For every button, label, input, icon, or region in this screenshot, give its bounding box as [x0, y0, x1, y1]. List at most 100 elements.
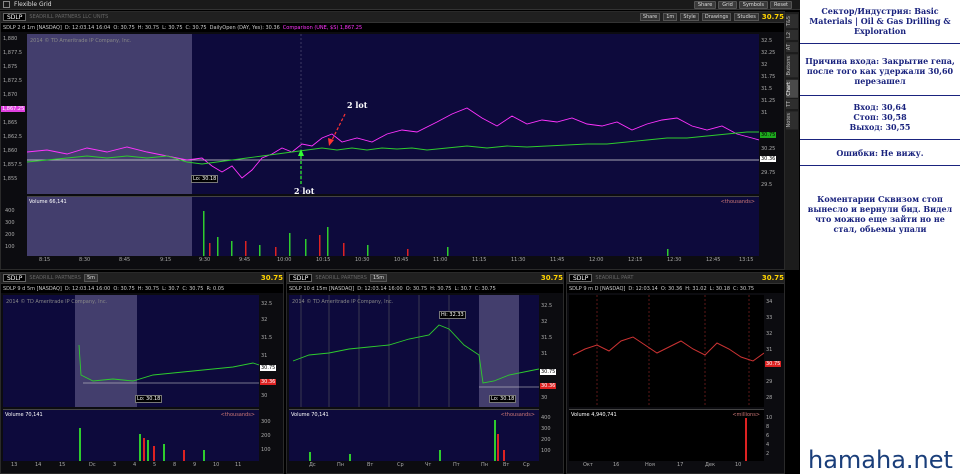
- price-plot-area[interactable]: [569, 295, 764, 407]
- time-tick: 10:00: [277, 257, 292, 263]
- volume-axis-tick: 300: [261, 419, 271, 425]
- volume-bar: [275, 247, 277, 256]
- tab-level2[interactable]: L2: [786, 30, 798, 41]
- price-svg: [27, 34, 759, 194]
- volume-bar: [343, 243, 345, 256]
- time-tick: 13:15: [739, 257, 754, 263]
- ohlc-high: H: 30.75: [137, 285, 160, 292]
- time-tick: 11: [235, 462, 242, 468]
- volume-bar: [309, 452, 311, 461]
- share-button[interactable]: Share: [693, 1, 717, 9]
- volume-label: Volume 70,141: [5, 412, 43, 418]
- volume-bar: [503, 450, 505, 461]
- studies-button[interactable]: Studies: [734, 13, 759, 21]
- volume-bar: [327, 227, 329, 256]
- left-axis-tick: 1,860: [3, 148, 18, 154]
- volume-bar: [147, 440, 149, 461]
- volume-bar: [245, 241, 247, 256]
- entry-reason-note: Причина входа: Закрытие гепа, после того…: [800, 54, 960, 96]
- reset-button[interactable]: Reset: [770, 1, 792, 9]
- tab-buttons[interactable]: Buttons: [786, 54, 798, 78]
- chart-15m-header: SDLP SEADRILL PARTNERS 15m 30.75: [287, 273, 563, 284]
- symbol-input[interactable]: SDLP: [289, 274, 313, 282]
- volume-bar: [153, 446, 155, 461]
- ohlc-high: H: 31.02: [685, 285, 707, 292]
- volume-bar: [209, 243, 211, 256]
- price-plot-area[interactable]: 2014 © TD Ameritrade IP Company, Inc. Hi…: [289, 295, 539, 407]
- volume-title: Volume: [291, 412, 310, 418]
- share-chart-button[interactable]: Share: [639, 13, 661, 21]
- tab-time-and-sales[interactable]: T&S: [786, 14, 798, 29]
- time-tick: 8:15: [39, 257, 51, 263]
- volume-bar: [367, 245, 369, 256]
- chart-5m-panel: SDLP SEADRILL PARTNERS 5m 30.75 SDLP 9 d…: [0, 272, 284, 474]
- ohlc-open: O: 30.75: [113, 285, 135, 292]
- right-axis-tick: 31: [541, 351, 548, 357]
- current-price-badge: 30.75: [760, 132, 777, 138]
- ohlc-bar: SDLP 9 d 5m [NASDAQ] D: 12:03.14 16:00 O…: [1, 284, 283, 293]
- daily-open-badge: 30.36: [260, 379, 277, 385]
- timeframe-button[interactable]: 5m: [83, 274, 98, 282]
- symbol-input[interactable]: SDLP: [3, 13, 27, 21]
- volume-plot-area: Volume 70,141 <thousands>: [289, 409, 539, 461]
- price-plot-area[interactable]: 2014 © TD Ameritrade IP Company, Inc. 2 …: [27, 34, 759, 194]
- right-axis-tick: 30.25: [761, 146, 776, 152]
- brand-logo: hamaha.net: [808, 446, 953, 474]
- chart-15m-panel: SDLP SEADRILL PARTNERS 15m 30.75 SDLP 10…: [286, 272, 564, 474]
- last-price: 30.75: [260, 274, 283, 282]
- right-axis-tick: 32: [761, 62, 768, 68]
- ohlc-close: C: 30.75: [185, 24, 207, 31]
- comment-note: Коментарии Сквизом стоп вынесло и вернул…: [807, 194, 953, 234]
- left-axis-tick: 1,870: [3, 92, 18, 98]
- volume-axis-right: 300 200 100: [259, 409, 283, 461]
- right-axis-tick: 29: [766, 379, 773, 385]
- symbol-input[interactable]: SDLP: [3, 274, 27, 282]
- time-tick: 11:30: [511, 257, 526, 263]
- ohlc-low: L: 30.18: [709, 285, 731, 292]
- ohlc-close: C: 30.75: [182, 285, 204, 292]
- drawings-button[interactable]: Drawings: [701, 13, 732, 21]
- volume-axis-tick: 6: [766, 433, 770, 439]
- ohlc-low: L: 30.7: [162, 285, 180, 292]
- time-tick: 12:00: [589, 257, 604, 263]
- ohlc-desc: SDLP 2 d 1m [NASDAQ]: [3, 24, 62, 31]
- volume-plot-area: Volume 66,141 <thousands>: [27, 196, 759, 256]
- time-tick: 9:15: [160, 257, 172, 263]
- volume-title: Volume: [5, 412, 24, 418]
- left-price-axis: 1,880 1,877.5 1,875 1,872.5 1,870 1,865 …: [1, 34, 27, 194]
- low-price-label: Lo: 30.18: [191, 175, 219, 183]
- timeframe-button[interactable]: 1m: [663, 13, 678, 21]
- exit-arrow: [330, 113, 346, 143]
- time-tick: Ср: [523, 462, 530, 468]
- right-axis-tick: 31: [766, 347, 773, 353]
- symbol-input[interactable]: SDLP: [569, 274, 593, 282]
- volume-bar: [494, 420, 496, 461]
- price-plot-area[interactable]: 2014 © TD Ameritrade IP Company, Inc. Lo…: [3, 295, 259, 407]
- ohlc-low: L: 30.7: [454, 285, 472, 292]
- tab-tt[interactable]: TT: [786, 99, 798, 110]
- volume-bar: [163, 444, 165, 461]
- volume-bar: [349, 454, 351, 461]
- time-axis: Окт 16 Ноя 17 Дек 10: [569, 462, 764, 472]
- tab-chart[interactable]: Chart: [786, 79, 798, 98]
- tab-active-trader[interactable]: AT: [786, 42, 798, 53]
- side-tab-strip: T&S L2 AT Buttons Chart TT Notes: [785, 12, 799, 270]
- time-tick: 8: [173, 462, 177, 468]
- volume-units: <thousands>: [500, 412, 535, 418]
- stop-price: Стоп: 30,58: [853, 112, 907, 122]
- last-price: 30.75: [761, 13, 784, 21]
- ohlc-desc: SDLP 9 d 5m [NASDAQ]: [3, 285, 62, 292]
- window-title: Flexible Grid: [14, 1, 52, 8]
- grid-button[interactable]: Grid: [718, 1, 737, 9]
- symbols-button[interactable]: Symbols: [738, 1, 769, 9]
- tab-notes[interactable]: Notes: [786, 111, 798, 130]
- ohlc-range: R: 0.05: [206, 285, 225, 292]
- ohlc-open: O: 30.75: [405, 285, 428, 292]
- time-tick: Пн: [337, 462, 345, 468]
- timeframe-button[interactable]: 15m: [369, 274, 388, 282]
- time-tick: 11:00: [433, 257, 448, 263]
- style-button[interactable]: Style: [680, 13, 699, 21]
- ohlc-bar: SDLP 10 d 15m [NASDAQ] D: 12:03.14 16:00…: [287, 284, 563, 293]
- volume-bar: [289, 233, 291, 256]
- time-tick: 14: [35, 462, 42, 468]
